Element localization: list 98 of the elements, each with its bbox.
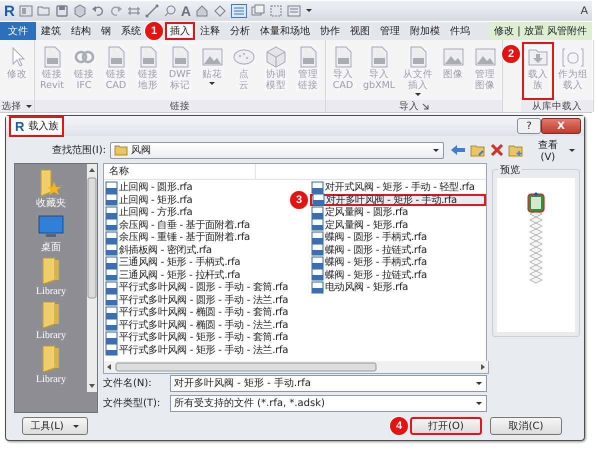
field-label: 查找范围(I):: [50, 144, 107, 157]
file-item[interactable]: 平行式多叶风阀 - 椭圆 - 手动 - 套筒.rfa: [104, 306, 290, 318]
file-item[interactable]: 止回阀 - 圆形.rfa: [104, 181, 194, 194]
file-item[interactable]: 平行式多叶风阀 - 矩形 - 手动 - 法兰.rfa: [104, 344, 290, 356]
panel-label[interactable]: 链接: [35, 100, 326, 112]
ribbon-tab[interactable]: 插入: [165, 22, 195, 40]
file-icon: [311, 218, 324, 232]
ribbon-tab[interactable]: 体量和场地: [255, 22, 315, 40]
file-icon: [311, 180, 324, 194]
ribbon-tab[interactable]: 建筑: [36, 22, 66, 40]
file-item[interactable]: 蝶阀 - 圆形 - 手柄式.rfa: [310, 231, 428, 244]
file-item[interactable]: 蝶阀 - 矩形 - 手柄式.rfa: [310, 256, 428, 268]
panel-label[interactable]: 从库中载入: [521, 100, 594, 112]
panel-label: 预览: [498, 163, 522, 177]
file-item[interactable]: 定风量阀 - 圆形.rfa: [310, 206, 410, 218]
file-item[interactable]: 止回阀 - 矩形.rfa: [104, 194, 194, 206]
file-icon: [312, 193, 325, 206]
ribbon-tab[interactable]: 视图: [345, 22, 375, 40]
view-menu-button[interactable]: 查看(V): [528, 138, 576, 162]
app-logo: R: [4, 2, 15, 20]
file-item[interactable]: 蝶阀 - 圆形 - 拉链式.rfa: [310, 244, 428, 256]
horizontal-scrollbar[interactable]: [103, 361, 489, 374]
file-icon: [311, 230, 324, 244]
ribbon-tab[interactable]: 附加模: [405, 22, 445, 40]
callout-number: 1: [145, 22, 163, 40]
file-item[interactable]: 止回阀 - 方形.rfa: [104, 206, 194, 218]
close-button[interactable]: X: [541, 118, 581, 134]
caret-icon: [432, 147, 440, 153]
file-item[interactable]: 平行式多叶风阀 - 圆形 - 手动 - 套筒.rfa: [104, 281, 290, 294]
column-header[interactable]: 名称: [104, 164, 256, 179]
folder-icon: [114, 144, 128, 156]
file-item[interactable]: 对开式风阀 - 矩形 - 手动 - 轻型.rfa: [310, 181, 476, 194]
file-item[interactable]: 三通风阀 - 矩形 - 拉杆式.rfa: [104, 268, 242, 281]
windows-icon[interactable]: [250, 4, 265, 18]
open-button[interactable]: 打开(O): [410, 417, 482, 435]
window-title: A: [580, 5, 588, 17]
file-item[interactable]: 对开多叶风阀 - 矩形 - 手动.rfa: [310, 194, 486, 206]
panel-label[interactable]: 选择: [0, 100, 34, 112]
file-item[interactable]: 平行式多叶风阀 - 椭圆 - 手动 - 法兰.rfa: [104, 318, 290, 331]
window-icon[interactable]: [18, 4, 33, 18]
file-icon: [311, 268, 324, 282]
help-button[interactable]: ?: [517, 118, 541, 134]
file-icon: [311, 256, 324, 269]
file-item[interactable]: 斜插板阀 - 密闭式.rfa: [104, 244, 213, 256]
title-text: 载入族: [28, 120, 58, 133]
callout-number: 4: [390, 417, 408, 435]
file-icon: [311, 243, 324, 256]
ribbon-tab[interactable]: 结构: [66, 22, 96, 40]
ribbon-tab[interactable]: 系统: [116, 22, 146, 40]
ribbon-tab[interactable]: 注释: [195, 22, 225, 40]
ribbon-tab[interactable]: 修改 | 放置 风管附件: [489, 22, 592, 40]
measure-icon[interactable]: [144, 4, 159, 18]
customize-caret-icon[interactable]: [304, 7, 313, 15]
back-icon[interactable]: [450, 143, 466, 157]
diamond-icon[interactable]: [212, 4, 227, 18]
ribbon-tab[interactable]: 钢: [96, 22, 116, 40]
field-label: 文件类型(T):: [103, 396, 162, 410]
file-item[interactable]: 电动风阀 - 矩形.rfa: [310, 281, 410, 294]
vertical-scrollbar[interactable]: [87, 164, 97, 392]
file-icon: [311, 206, 324, 219]
ribbon-tab[interactable]: 协作: [315, 22, 345, 40]
house-icon[interactable]: [194, 4, 209, 18]
ribbon-tab[interactable]: 分析: [225, 22, 255, 40]
look-in-dropdown[interactable]: 风阀: [110, 142, 444, 158]
file-item[interactable]: 三通风阀 - 矩形 - 手柄式.rfa: [104, 256, 242, 268]
callout-number: 2: [502, 45, 520, 63]
tools-button[interactable]: 工具(L): [22, 417, 88, 435]
field-label: 文件名(N):: [103, 376, 153, 390]
ribbon-tab[interactable]: 文件: [0, 22, 36, 40]
caret-icon: [475, 380, 483, 386]
cube-icon[interactable]: [72, 4, 87, 18]
panel-label[interactable]: 导入: [326, 100, 502, 112]
text-tool[interactable]: A: [180, 3, 191, 19]
new-folder-icon[interactable]: [508, 143, 524, 157]
app-logo: R: [15, 118, 24, 134]
open-folder-icon[interactable]: [36, 4, 51, 18]
file-item[interactable]: 余压阀 - 自垂 - 基于面附着.rfa: [104, 218, 251, 231]
file-name-field[interactable]: 对开多叶风阀 - 矩形 - 手动.rfa: [170, 374, 487, 392]
cancel-button[interactable]: 取消(C): [490, 417, 562, 435]
delete-icon[interactable]: [490, 143, 504, 157]
file-item[interactable]: 定风量阀 - 矩形.rfa: [310, 218, 410, 231]
file-type-dropdown[interactable]: 所有受支持的文件 (*.rfa, *.adsk): [170, 394, 487, 412]
save-icon[interactable]: [54, 4, 69, 18]
file-item[interactable]: 余压阀 - 重锤 - 基于面附着.rfa: [104, 231, 251, 244]
redo-icon[interactable]: [108, 4, 123, 18]
file-icon: [311, 280, 324, 294]
file-item[interactable]: 平行式多叶风阀 - 圆形 - 手动 - 法兰.rfa: [104, 294, 290, 306]
ribbon-tab[interactable]: 件坞: [445, 22, 475, 40]
ribbon-tab[interactable]: 管理: [375, 22, 405, 40]
caret-icon: [568, 147, 576, 153]
thin-lines-icon[interactable]: [230, 4, 247, 18]
callout-number: 3: [290, 190, 308, 209]
caret-icon: [475, 400, 483, 406]
undo-icon[interactable]: [90, 4, 105, 18]
file-item[interactable]: 平行式多叶风阀 - 矩形 - 手动 - 套筒.rfa: [104, 331, 290, 344]
dimension-icon[interactable]: [126, 4, 141, 18]
file-item[interactable]: 蝶阀 - 矩形 - 拉链式.rfa: [310, 268, 428, 281]
cube-icon: [264, 45, 288, 69]
